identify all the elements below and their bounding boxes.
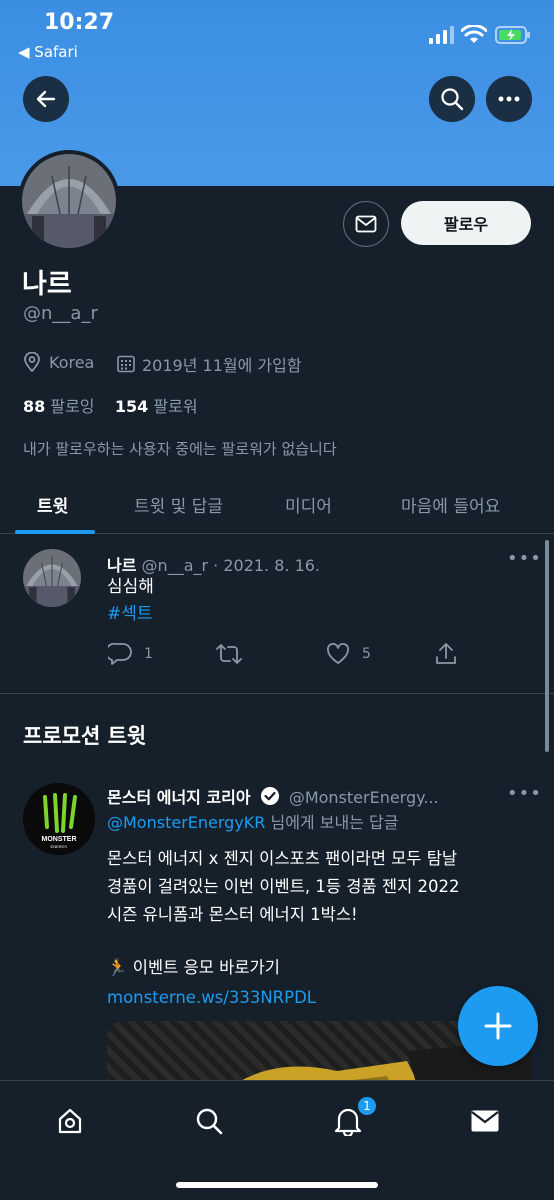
reply-count: 1 <box>144 646 153 662</box>
promo-author-name[interactable]: 몬스터 에너지 코리아 <box>107 788 251 807</box>
heart-icon <box>327 643 349 664</box>
back-button[interactable] <box>23 76 69 122</box>
profile-handle: @n__a_r <box>23 303 98 324</box>
avatar-image <box>23 549 81 607</box>
tweet-author-name[interactable]: 나르 <box>107 556 136 575</box>
search-icon <box>196 1108 223 1135</box>
profile-location: Korea <box>23 352 94 372</box>
follow-button[interactable]: 팔로우 <box>401 201 531 245</box>
promo-more-icon[interactable]: ••• <box>507 783 542 804</box>
verified-icon <box>260 787 279 805</box>
reply-to-handle[interactable]: @MonsterEnergyKR <box>107 813 265 832</box>
reply-action[interactable]: 1 <box>108 643 153 665</box>
tab-likes[interactable]: 마음에 들어요 <box>401 492 500 517</box>
profile-avatar[interactable] <box>18 150 120 252</box>
mail-icon <box>355 215 377 233</box>
tweet-more-icon[interactable]: ••• <box>507 548 542 569</box>
svg-text:ENERGY: ENERGY <box>51 844 68 849</box>
compose-icon <box>484 1012 512 1040</box>
compose-tweet-button[interactable] <box>458 986 538 1066</box>
back-arrow-icon <box>36 90 56 108</box>
followers-link[interactable]: 154 팔로워 <box>115 397 198 416</box>
nav-home[interactable] <box>50 1101 90 1141</box>
search-button[interactable] <box>429 76 475 122</box>
profile-name: 나르 <box>22 269 72 300</box>
promo-handle: @MonsterEnergy... <box>288 788 439 807</box>
nav-search[interactable] <box>189 1101 229 1141</box>
location-text: Korea <box>49 352 95 372</box>
tweet-text: 심심해 <box>107 577 154 597</box>
calendar-icon <box>117 355 135 373</box>
promo-text-line: 경품이 걸려있는 이번 이벤트, 1등 경품 젠지 2022 <box>107 877 460 896</box>
monster-avatar[interactable]: MONSTER ENERGY <box>23 783 95 855</box>
following-link[interactable]: 88 팔로잉 <box>23 397 95 416</box>
tab-media[interactable]: 미디어 <box>285 492 332 517</box>
promo-link[interactable]: monsterne.ws/333NRPDL <box>107 984 316 1011</box>
mail-icon <box>471 1110 499 1132</box>
following-label: 팔로잉 <box>50 397 95 416</box>
share-action[interactable] <box>435 642 457 666</box>
retweet-icon <box>216 644 242 664</box>
followers-you-know-note: 내가 팔로우하는 사용자 중에는 팔로워가 없습니다 <box>23 440 337 458</box>
home-icon <box>58 1108 82 1134</box>
avatar-image <box>22 154 116 248</box>
profile-joined: 2019년 11월에 가입함 <box>117 352 302 376</box>
active-tab-indicator <box>15 530 95 534</box>
promo-event-line: 🏃 이벤트 응모 바로가기 <box>107 958 280 977</box>
promo-text-line: 몬스터 에너지 x 젠지 이스포츠 팬이라면 모두 탐날 <box>107 849 458 868</box>
tweet-avatar[interactable] <box>23 549 81 607</box>
battery-icon <box>495 26 530 44</box>
home-indicator <box>176 1182 378 1188</box>
profile-tabs: 트윗 트윗 및 답글 미디어 마음에 들어요 <box>0 478 554 534</box>
reply-to-suffix: 님에게 보내는 답글 <box>265 813 399 832</box>
share-icon <box>436 643 456 664</box>
status-time: 10:27 <box>44 10 115 35</box>
follow-counts: 88 팔로잉 154 팔로워 <box>23 393 198 417</box>
back-to-safari[interactable]: ◀ Safari <box>18 43 78 61</box>
scrollbar[interactable] <box>545 540 549 752</box>
promo-header: 몬스터 에너지 코리아 @MonsterEnergy... <box>107 784 439 808</box>
search-icon <box>441 88 464 111</box>
more-options-button[interactable] <box>486 76 532 122</box>
wifi-icon <box>461 25 487 43</box>
divider <box>0 693 554 694</box>
status-bar: 10:27 ◀ Safari <box>0 0 554 70</box>
promoted-section-title: 프로모션 트윗 <box>23 724 147 748</box>
notification-badge: 1 <box>356 1095 378 1117</box>
tweet-hashtag[interactable]: #섹트 <box>107 601 153 628</box>
tab-tweets[interactable]: 트윗 <box>37 492 68 517</box>
like-action[interactable]: 5 <box>326 643 371 665</box>
promo-text: 몬스터 에너지 x 젠지 이스포츠 팬이라면 모두 탐날 경품이 걸려있는 이번… <box>107 845 537 929</box>
nav-messages[interactable] <box>465 1101 505 1141</box>
following-count: 88 <box>23 397 46 416</box>
tweet-header: 나르 @n__a_r · 2021. 8. 16. <box>107 552 320 576</box>
monster-logo-icon: MONSTER ENERGY <box>23 783 95 855</box>
followers-label: 팔로워 <box>153 397 198 416</box>
promo-reply-to: @MonsterEnergyKR 님에게 보내는 답글 <box>107 809 398 836</box>
like-count: 5 <box>362 646 371 662</box>
message-button[interactable] <box>343 201 389 247</box>
tweet-handle-date: @n__a_r · 2021. 8. 16. <box>141 556 321 575</box>
more-icon <box>498 96 520 102</box>
reply-icon <box>108 643 132 665</box>
promo-text-line: 시즌 유니폼과 몬스터 에너지 1박스! <box>107 905 358 924</box>
joined-text: 2019년 11월에 가입함 <box>142 356 302 375</box>
retweet-action[interactable] <box>216 643 242 665</box>
location-icon <box>24 352 40 372</box>
svg-text:MONSTER: MONSTER <box>42 836 77 843</box>
signal-icon <box>429 26 454 44</box>
tab-tweets-replies[interactable]: 트윗 및 답글 <box>134 492 223 517</box>
followers-count: 154 <box>114 397 149 416</box>
